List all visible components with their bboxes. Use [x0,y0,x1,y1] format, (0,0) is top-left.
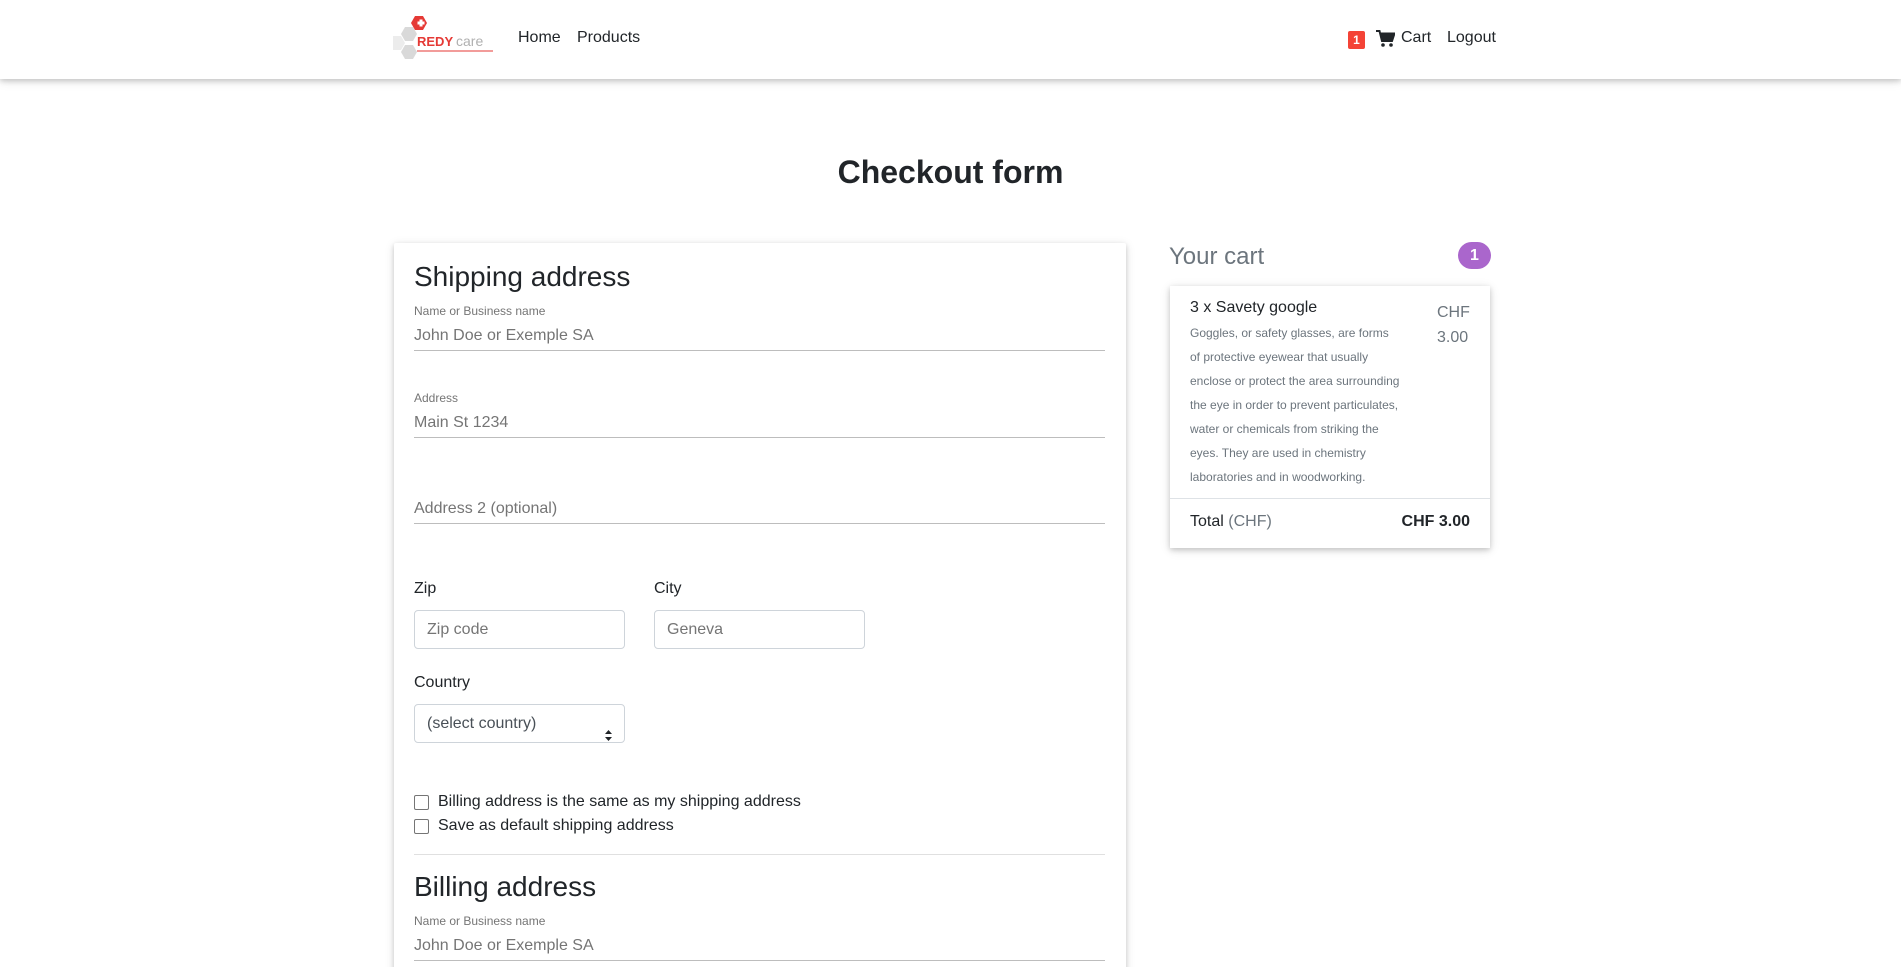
cart-count-pill: 1 [1458,242,1491,269]
total-label-currency: (CHF) [1228,513,1272,530]
cart-item-description: Goggles, or safety glasses, are forms of… [1190,326,1400,484]
page-title: Checkout form [837,154,1064,190]
billing-same-checkbox[interactable] [414,794,429,810]
cart-total-label: Total (CHF) [1190,513,1272,531]
shipping-address-label: Address [414,391,459,405]
section-divider [414,854,1105,855]
cart-total-value: CHF 3.00 [1401,513,1470,530]
total-label-text: Total [1190,513,1224,530]
save-default-label: Save as default shipping address [438,817,674,834]
city-label: City [654,580,682,597]
nav-logout-link[interactable]: Logout [1447,29,1496,47]
nav-cart-link[interactable]: Cart [1401,29,1431,47]
cart-item-name: 3 x Savety google [1190,299,1318,316]
nav-home-link[interactable]: Home [518,29,561,47]
shipping-name-label: Name or Business name [414,304,546,318]
cart-item-price-currency: CHF [1437,304,1470,321]
country-label: Country [414,674,471,691]
redy-care-logo[interactable]: REDY care [389,14,496,62]
nav-products-link[interactable]: Products [577,29,640,47]
cart-item-price: CHF 3.00 [1437,300,1477,350]
city-input[interactable] [654,610,865,649]
billing-address-heading: Billing address [414,871,597,902]
billing-name-label: Name or Business name [414,914,546,928]
zip-input[interactable] [414,610,625,649]
billing-name-input[interactable] [414,931,1105,961]
country-select[interactable]: (select country) [414,704,625,743]
zip-label: Zip [414,580,437,597]
shipping-address-input[interactable] [414,408,1105,438]
country-select-value: (select country) [427,715,537,732]
shipping-name-input[interactable] [414,321,1105,351]
svg-text:care: care [456,33,483,49]
billing-same-label: Billing address is the same as my shippi… [438,793,801,810]
cart-item-price-amount: 3.00 [1437,329,1469,346]
cart-divider [1170,498,1490,499]
top-navbar: REDY care Home Products 1 Cart Logout [0,0,1901,79]
your-cart-heading: Your cart [1169,243,1265,270]
checkout-form-card: Shipping address Name or Business name A… [394,243,1126,967]
billing-same-checkbox-row[interactable]: Billing address is the same as my shippi… [414,793,801,811]
save-default-checkbox-row[interactable]: Save as default shipping address [414,817,674,835]
svg-text:REDY: REDY [417,34,453,49]
select-arrows-icon [605,718,612,741]
cart-summary-card: 3 x Savety google Goggles, or safety gla… [1170,286,1490,548]
shopping-cart-icon[interactable] [1376,30,1396,48]
shipping-address-heading: Shipping address [414,261,631,292]
shipping-address2-input[interactable] [414,494,1105,524]
save-default-checkbox[interactable] [414,818,429,834]
cart-count-badge: 1 [1348,31,1365,49]
